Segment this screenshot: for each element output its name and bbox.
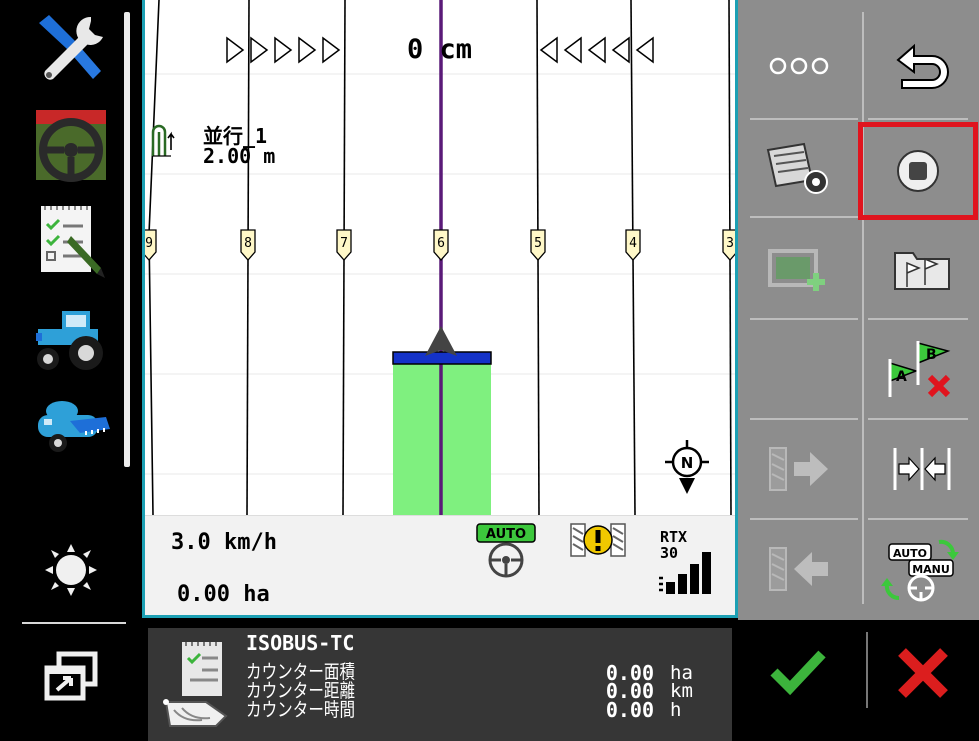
svg-text:B: B <box>926 347 937 363</box>
track-tag-9: 9 <box>145 229 157 261</box>
record-stop-button[interactable] <box>858 122 978 220</box>
ab-flags-delete-icon: A B <box>888 341 950 398</box>
map-gear-icon <box>766 142 828 194</box>
switch-window-button[interactable] <box>26 634 116 718</box>
sun-brightness-icon <box>45 544 97 596</box>
track-tag-3: 3 <box>722 229 735 261</box>
north-compass-icon: N <box>665 440 709 494</box>
close-x-icon <box>898 648 948 698</box>
implement-boom <box>392 351 492 365</box>
counter-time-label: カウンター時間 <box>246 699 356 721</box>
cancel-button[interactable] <box>896 648 950 702</box>
add-boundary-button <box>738 222 860 316</box>
auto-manual-toggle-button[interactable]: AUTO MANU <box>864 522 979 616</box>
delete-ab-button[interactable]: A B <box>864 322 979 416</box>
more-options-button[interactable] <box>738 18 860 114</box>
back-button[interactable] <box>864 18 979 114</box>
area-readout: 0.00 ha <box>177 582 270 607</box>
add-boundary-icon <box>768 249 825 291</box>
checkmark-icon <box>770 650 826 696</box>
track-tag-label: 9 <box>145 236 153 251</box>
rail-scrollbar[interactable] <box>124 12 130 467</box>
bottom-divider <box>866 632 868 708</box>
shift-right-button <box>738 422 860 516</box>
task-clipboard-plough-icon <box>163 642 228 727</box>
rail-divider <box>22 622 126 624</box>
clipboard-pen-icon <box>41 206 105 278</box>
sprayer-implement-icon <box>38 401 110 452</box>
track-tag-label: 4 <box>629 236 637 251</box>
task-documentation-button[interactable] <box>26 200 116 284</box>
steering-wheel-field-icon <box>36 110 106 182</box>
empty-slot <box>738 322 860 416</box>
function-button-grid: A B AUTO MANU <box>738 0 979 620</box>
brightness-button[interactable] <box>26 528 116 612</box>
pattern-width: 2.00 m <box>203 144 276 168</box>
svg-text:AUTO: AUTO <box>893 547 927 560</box>
svg-text:A: A <box>896 369 907 385</box>
auto-steering-status-icon[interactable]: AUTO <box>475 522 537 580</box>
track-tag-7: 7 <box>336 229 352 261</box>
speed-readout: 3.0 km/h <box>171 530 277 555</box>
track-tag-6: 6 <box>433 229 449 261</box>
cross-track-offset: 0 cm <box>407 34 473 65</box>
field-settings-button[interactable] <box>738 122 860 214</box>
track-tag-label: 8 <box>244 236 252 251</box>
ab-line-button[interactable] <box>864 222 979 316</box>
map-status-bar: 3.0 km/h 0.00 ha AUTO RTX 30 <box>145 515 735 615</box>
steer-right-arrows <box>226 36 341 64</box>
track-tag-label: 6 <box>437 236 445 251</box>
shift-right-icon <box>769 447 828 491</box>
svg-text:AUTO: AUTO <box>486 527 526 542</box>
rtx-label: RTX <box>660 528 688 546</box>
confirm-button[interactable] <box>770 648 826 700</box>
counter-time-unit: h <box>670 699 682 721</box>
ab-flags-folder-icon <box>893 252 950 290</box>
track-tag-8: 8 <box>240 229 256 261</box>
counter-time-value: 0.00 <box>605 698 654 722</box>
stop-record-icon <box>897 150 939 192</box>
shift-left-icon <box>769 547 828 591</box>
svg-text:MANU: MANU <box>912 563 950 576</box>
signal-strength-icon <box>659 552 711 594</box>
map-view-frame: 9 8 7 6 5 4 3 N 0 cm 並行_1 2.00 m 3.0 km/h 0.00… <box>142 0 738 618</box>
track-tag-label: 7 <box>340 236 348 251</box>
warning-status-icon[interactable] <box>569 522 627 558</box>
window-switch-icon <box>44 651 98 701</box>
track-tag-5: 5 <box>530 229 546 261</box>
undo-arrow-icon <box>895 43 949 89</box>
auto-manual-switch-icon: AUTO MANU <box>880 539 959 602</box>
tractor-settings-button[interactable] <box>26 296 116 380</box>
track-tag-label: 5 <box>534 236 542 251</box>
more-dots-icon <box>769 57 829 75</box>
track-tag-4: 4 <box>625 229 641 261</box>
tractor-icon <box>36 311 103 370</box>
wrench-screwdriver-icon <box>39 15 103 80</box>
task-summary-panel[interactable]: ISOBUS-TC カウンター面積 カウンター距離 カウンター時間 0.00 0… <box>148 628 732 741</box>
left-rail <box>0 0 140 741</box>
svg-text:N: N <box>681 454 694 472</box>
center-arrows-icon <box>893 448 950 490</box>
parallel-pattern-icon <box>151 124 175 157</box>
steer-left-arrows <box>539 36 654 64</box>
task-title: ISOBUS-TC <box>246 631 355 655</box>
guidance-map[interactable]: 9 8 7 6 5 4 3 N 0 cm 並行_1 2.00 m <box>145 0 735 515</box>
track-number-tags: 9 8 7 6 5 4 3 <box>145 229 735 261</box>
implement-settings-button[interactable] <box>26 380 116 464</box>
center-line-button[interactable] <box>864 422 979 516</box>
track-tag-label: 3 <box>726 236 734 251</box>
shift-left-button <box>738 522 860 616</box>
guidance-map-canvas: 9 8 7 6 5 4 3 N <box>145 0 735 515</box>
guidance-steering-button[interactable] <box>26 102 116 186</box>
settings-tools-button[interactable] <box>26 6 116 90</box>
pattern-name: 並行_1 <box>203 124 268 148</box>
